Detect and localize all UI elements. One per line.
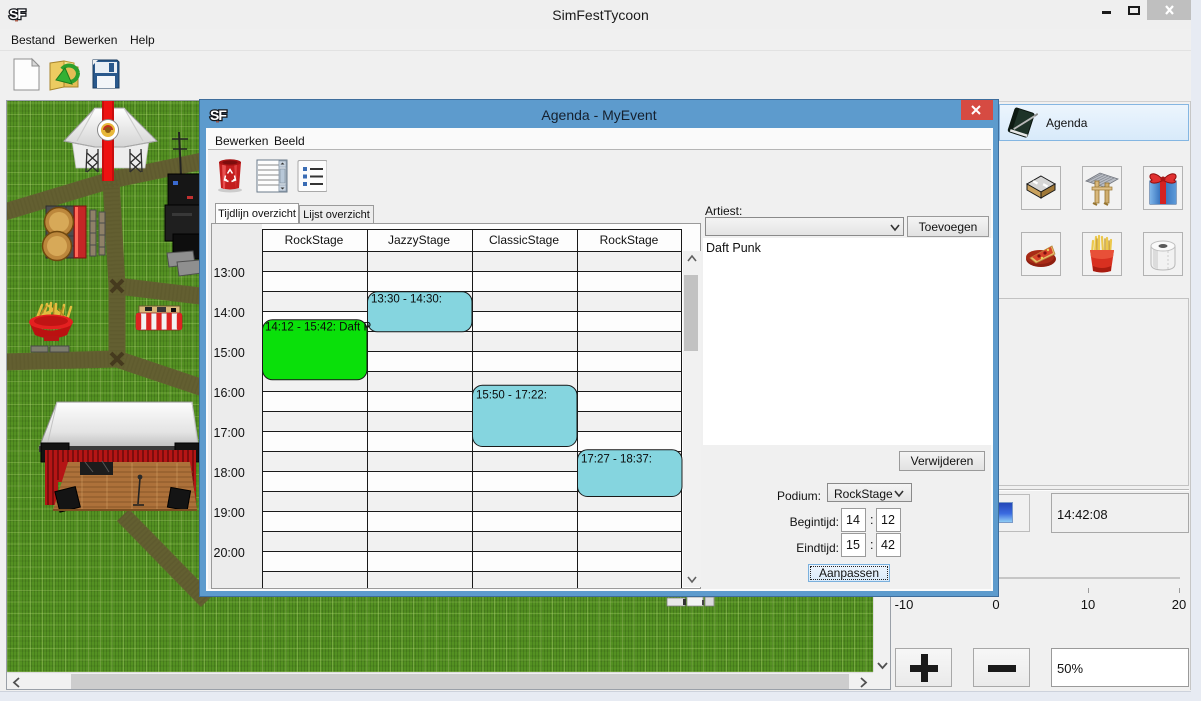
svg-text:13:30 - 14:30:: 13:30 - 14:30: [371, 293, 442, 305]
svg-text:15:50 - 17:22:: 15:50 - 17:22: [476, 389, 547, 401]
svg-text:17:27 - 18:37:: 17:27 - 18:37: [581, 453, 652, 465]
svg-text:14:12 - 15:42: Daft P: 14:12 - 15:42: Daft P [265, 321, 371, 333]
